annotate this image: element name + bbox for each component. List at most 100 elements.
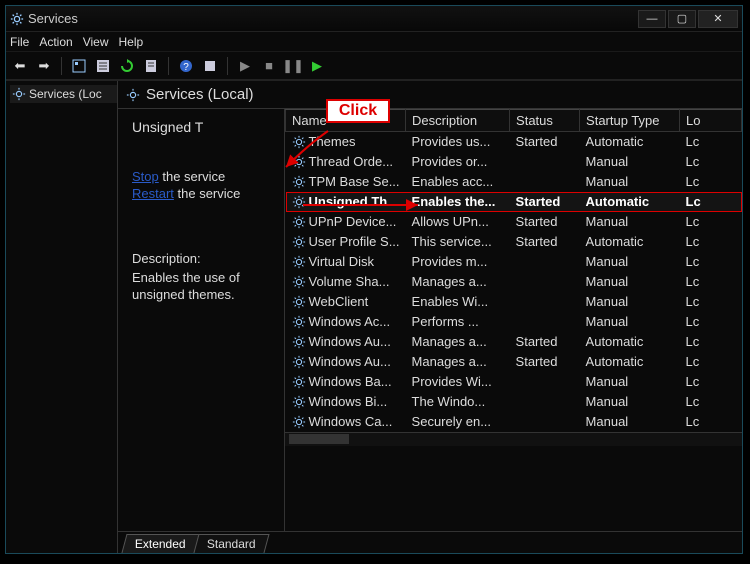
cell-status: Started	[510, 352, 580, 372]
properties-button[interactable]	[141, 56, 161, 76]
cell-description: This service...	[406, 232, 510, 252]
window-controls: — ▢ ✕	[636, 10, 738, 28]
tree-root-services[interactable]: Services (Loc	[10, 85, 117, 103]
table-row[interactable]: Thread Orde...Provides or...ManualLc	[286, 152, 742, 172]
col-logon[interactable]: Lo	[680, 110, 742, 132]
cell-logon: Lc	[680, 372, 742, 392]
arrow-annotation	[298, 195, 428, 215]
export-list-button[interactable]	[93, 56, 113, 76]
menubar: File Action View Help	[6, 32, 742, 52]
services-table[interactable]: Name Description Status Startup Type Lo …	[285, 109, 742, 432]
cell-name: WebClient	[286, 292, 406, 312]
gear-icon	[12, 87, 26, 101]
cell-description: Enables Wi...	[406, 292, 510, 312]
tree-root-label: Services (Loc	[29, 87, 102, 101]
cell-description: Manages a...	[406, 332, 510, 352]
table-row[interactable]: Windows Ca...Securely en...ManualLc	[286, 412, 742, 432]
services-window: Services — ▢ ✕ File Action View Help ⬅ ➡	[5, 5, 743, 554]
cell-name: Windows Au...	[286, 352, 406, 372]
cell-name: Virtual Disk	[286, 252, 406, 272]
help-topics-button[interactable]	[200, 56, 220, 76]
cell-name: Volume Sha...	[286, 272, 406, 292]
cell-description: Provides m...	[406, 252, 510, 272]
gear-icon	[292, 295, 306, 309]
tree-pane[interactable]: Services (Loc	[6, 81, 118, 553]
cell-startup: Manual	[580, 292, 680, 312]
cell-description: The Windo...	[406, 392, 510, 412]
restart-service-button[interactable]: ▶	[307, 56, 327, 76]
gear-icon	[292, 255, 306, 269]
cell-status	[510, 412, 580, 432]
gear-icon	[292, 175, 306, 189]
menu-view[interactable]: View	[83, 35, 109, 49]
restart-service-line: Restart the service	[132, 186, 278, 201]
cell-status	[510, 272, 580, 292]
cell-name: Windows Bi...	[286, 392, 406, 412]
stop-service-button[interactable]: ■	[259, 56, 279, 76]
cell-status	[510, 312, 580, 332]
scrollbar-thumb[interactable]	[289, 434, 349, 444]
cell-status: Started	[510, 132, 580, 152]
table-row[interactable]: Windows Ac...Performs ...ManualLc	[286, 312, 742, 332]
toolbar-sep	[168, 57, 169, 75]
cell-description: Performs ...	[406, 312, 510, 332]
table-row[interactable]: Virtual DiskProvides m...ManualLc	[286, 252, 742, 272]
tab-standard[interactable]: Standard	[193, 534, 269, 553]
start-service-button[interactable]: ▶	[235, 56, 255, 76]
cell-logon: Lc	[680, 312, 742, 332]
help-button[interactable]: ?	[176, 56, 196, 76]
gear-icon	[292, 235, 306, 249]
close-button[interactable]: ✕	[698, 10, 738, 28]
gear-icon	[126, 88, 140, 102]
cell-status: Started	[510, 332, 580, 352]
table-row[interactable]: Windows Bi...The Windo...ManualLc	[286, 392, 742, 412]
window-title: Services	[28, 11, 78, 26]
table-row[interactable]: WebClientEnables Wi...ManualLc	[286, 292, 742, 312]
stop-link[interactable]: Stop	[132, 169, 159, 184]
cell-name: Windows Ca...	[286, 412, 406, 432]
table-row[interactable]: Windows Au...Manages a...StartedAutomati…	[286, 332, 742, 352]
click-annotation: Click	[326, 99, 390, 123]
restart-link[interactable]: Restart	[132, 186, 174, 201]
cell-startup: Manual	[580, 172, 680, 192]
menu-file[interactable]: File	[10, 35, 29, 49]
cell-startup: Automatic	[580, 132, 680, 152]
titlebar[interactable]: Services — ▢ ✕	[6, 6, 742, 32]
col-description[interactable]: Description	[406, 110, 510, 132]
description-header: Description:	[132, 251, 278, 266]
table-row[interactable]: Volume Sha...Manages a...ManualLc	[286, 272, 742, 292]
table-row[interactable]: ThemesProvides us...StartedAutomaticLc	[286, 132, 742, 152]
cell-name: Windows Au...	[286, 332, 406, 352]
tab-extended[interactable]: Extended	[121, 534, 199, 553]
col-startup[interactable]: Startup Type	[580, 110, 680, 132]
cell-status: Started	[510, 232, 580, 252]
description-body: Enables the use of unsigned themes.	[132, 270, 278, 304]
show-tree-button[interactable]	[69, 56, 89, 76]
stop-service-line: Stop the service	[132, 169, 278, 184]
pause-service-button[interactable]: ❚❚	[283, 56, 303, 76]
cell-description: Manages a...	[406, 272, 510, 292]
forward-button[interactable]: ➡	[34, 56, 54, 76]
cell-description: Manages a...	[406, 352, 510, 372]
cell-startup: Manual	[580, 252, 680, 272]
pane-title: Services (Local)	[146, 86, 254, 103]
menu-help[interactable]: Help	[119, 35, 144, 49]
refresh-button[interactable]	[117, 56, 137, 76]
table-row[interactable]: Windows Au...Manages a...StartedAutomati…	[286, 352, 742, 372]
table-row[interactable]: TPM Base Se...Enables acc...ManualLc	[286, 172, 742, 192]
table-row[interactable]: Windows Ba...Provides Wi...ManualLc	[286, 372, 742, 392]
table-row[interactable]: User Profile S...This service...StartedA…	[286, 232, 742, 252]
col-status[interactable]: Status	[510, 110, 580, 132]
detail-pane: Click Unsigned T Stop the service	[118, 109, 284, 531]
cell-startup: Manual	[580, 392, 680, 412]
cell-startup: Automatic	[580, 232, 680, 252]
gear-icon	[292, 415, 306, 429]
maximize-button[interactable]: ▢	[668, 10, 696, 28]
minimize-button[interactable]: —	[638, 10, 666, 28]
cell-startup: Automatic	[580, 332, 680, 352]
horizontal-scrollbar[interactable]	[285, 432, 742, 446]
back-button[interactable]: ⬅	[10, 56, 30, 76]
cell-logon: Lc	[680, 192, 742, 212]
menu-action[interactable]: Action	[39, 35, 72, 49]
right-pane: Services (Local) Click Unsi	[118, 81, 742, 553]
